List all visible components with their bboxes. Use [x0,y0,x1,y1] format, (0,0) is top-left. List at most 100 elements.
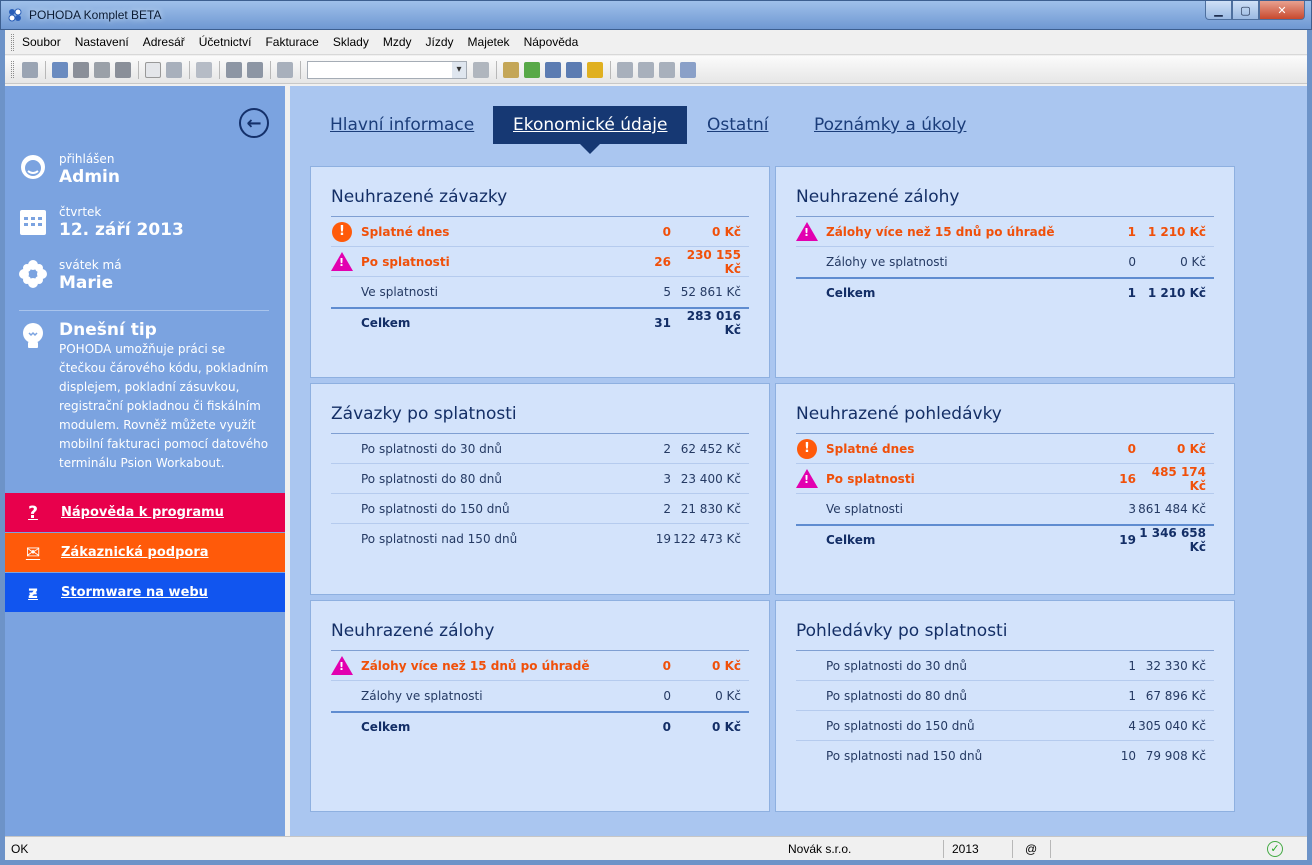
user-icon [21,155,45,179]
table-row[interactable]: ! Po splatnosti 26 230 155 Kč [331,247,749,277]
table-row[interactable]: Po splatnosti nad 150 dnů 19 122 473 Kč [331,524,749,554]
daily-tip: Dnešní tip POHODA umožňuje práci se čteč… [19,320,274,473]
edit-record-icon[interactable] [166,61,182,78]
save-icon[interactable] [226,61,242,78]
exit-icon[interactable] [22,61,38,78]
filter-icon[interactable] [473,61,489,78]
menu-fakturace[interactable]: Fakturace [265,35,318,49]
toolbar-grip[interactable] [11,61,14,78]
email-indicator[interactable]: @ [1021,839,1051,858]
status-bar: OK Novák s.r.o. 2013 @ ✓ [5,836,1307,860]
maximize-button[interactable]: ▢ [1232,1,1259,20]
print-icon[interactable] [73,61,89,78]
table-row[interactable]: Po splatnosti do 30 dnů 2 62 452 Kč [331,434,749,464]
print-setup-icon[interactable] [115,61,131,78]
minimize-button[interactable]: ▁ [1205,1,1232,20]
company-name[interactable]: Novák s.r.o. [788,842,851,856]
total-row[interactable]: Celkem 19 1 346 658 Kč [796,524,1214,554]
list-icon[interactable] [638,61,654,78]
copy-icon[interactable] [277,61,293,78]
tab-poznamky-a-ukoly[interactable]: Poznámky a úkoly [794,106,986,144]
agenda-icon[interactable] [52,61,68,78]
check-icon: ✓ [1267,840,1283,857]
close-button[interactable]: ✕ [1259,1,1305,20]
menu-majetek[interactable]: Majetek [468,35,510,49]
total-row[interactable]: Celkem 0 0 Kč [331,711,749,741]
document-icon[interactable] [659,61,675,78]
search-combo[interactable] [307,60,467,79]
tab-ostatni[interactable]: Ostatní [687,106,788,144]
window-title: POHODA Komplet BETA [29,8,162,22]
menu-jizdy[interactable]: Jízdy [426,35,454,49]
help-link-label: Nápověda k programu [61,505,224,520]
web-link-label: Stormware na webu [61,585,208,600]
message-icon[interactable] [617,61,633,78]
tab-hlavni-informace[interactable]: Hlavní informace [310,106,494,144]
coins-icon[interactable] [587,61,603,78]
card-title: Neuhrazené zálohy [331,621,495,641]
table-row[interactable]: Ve splatnosti 3 861 484 Kč [796,494,1214,524]
table-row[interactable]: ! Zálohy více než 15 dnů po úhradě 1 1 2… [796,217,1214,247]
logged-user: přihlášen Admin [19,152,120,188]
tip-title: Dnešní tip [59,320,157,340]
card-title: Neuhrazené zálohy [796,187,960,207]
help-cursor-icon[interactable] [680,61,696,78]
user-name: Admin [59,167,120,187]
table-row[interactable]: Po splatnosti do 150 dnů 4 305 040 Kč [796,711,1214,741]
table-row[interactable]: Po splatnosti do 30 dnů 1 32 330 Kč [796,651,1214,681]
menu-soubor[interactable]: Soubor [22,35,61,49]
table-row[interactable]: Zálohy ve splatnosti 0 0 Kč [331,681,749,711]
table-row[interactable]: Ve splatnosti 5 52 861 Kč [331,277,749,307]
table-icon[interactable] [566,61,582,78]
main-panel: Hlavní informace Ekonomické údaje Ostatn… [290,86,1307,836]
menubar-grip[interactable] [11,33,14,51]
total-row[interactable]: Celkem 31 283 016 Kč [331,307,749,337]
table-row[interactable]: ! Zálohy více než 15 dnů po úhradě 0 0 K… [331,651,749,681]
money-icon[interactable] [524,61,540,78]
save-all-icon[interactable] [247,61,263,78]
table-row[interactable]: Po splatnosti nad 150 dnů 10 79 908 Kč [796,741,1214,771]
web-link[interactable]: ƶ Stormware na webu [5,573,285,612]
lightbulb-icon [23,323,43,348]
card-neuhrazene-pohledavky: Neuhrazené pohledávky ! Splatné dnes 0 0… [775,383,1235,595]
menu-adresar[interactable]: Adresář [143,35,185,49]
support-link[interactable]: ✉ Zákaznická podpora [5,533,285,572]
card-title: Závazky po splatnosti [331,404,517,424]
menu-napoveda[interactable]: Nápověda [524,35,579,49]
card-neuhrazene-zalohy-left: Neuhrazené zálohy ! Zálohy více než 15 d… [310,600,770,812]
table-row[interactable]: Po splatnosti do 80 dnů 3 23 400 Kč [331,464,749,494]
accounting-year[interactable]: 2013 [943,839,1013,858]
menu-sklady[interactable]: Sklady [333,35,369,49]
current-date: čtvrtek 12. září 2013 [19,205,184,241]
back-arrow-icon[interactable]: ← [239,108,269,138]
table-row[interactable]: ! Splatné dnes 0 0 Kč [331,217,749,247]
menu-nastaveni[interactable]: Nastavení [75,35,129,49]
tab-bar: Hlavní informace Ekonomické údaje Ostatn… [290,106,1307,154]
warning-triangle-icon: ! [796,468,818,490]
table-row[interactable]: ! Po splatnosti 16 485 174 Kč [796,464,1214,494]
print-preview-icon[interactable] [94,61,110,78]
nameday-label: svátek má [59,258,122,272]
back-arrow-icon[interactable] [196,61,212,78]
pohoda-logo-icon [8,8,22,22]
sidebar-divider [19,310,269,311]
table-row[interactable]: Po splatnosti do 80 dnů 1 67 896 Kč [796,681,1214,711]
card-title: Neuhrazené pohledávky [796,404,1002,424]
table-row[interactable]: Zálohy ve splatnosti 0 0 Kč [796,247,1214,277]
help-link[interactable]: ? Nápověda k programu [5,493,285,532]
table-row[interactable]: ! Splatné dnes 0 0 Kč [796,434,1214,464]
menu-ucetnictvi[interactable]: Účetnictví [199,35,252,49]
nameday-name: Marie [59,273,114,293]
warning-triangle-icon: ! [331,251,353,273]
calculator-icon[interactable] [545,61,561,78]
tab-ekonomicke-udaje[interactable]: Ekonomické údaje [493,106,688,154]
warning-triangle-icon: ! [331,655,353,677]
title-bar: POHODA Komplet BETA ▁ ▢ ✕ [0,0,1312,30]
total-row[interactable]: Celkem 1 1 210 Kč [796,277,1214,307]
stormware-icon: ƶ [28,582,38,603]
folder-icon[interactable] [503,61,519,78]
table-row[interactable]: Po splatnosti do 150 dnů 2 21 830 Kč [331,494,749,524]
menu-mzdy[interactable]: Mzdy [383,35,412,49]
nameday: svátek má Marie [19,258,122,294]
new-record-icon[interactable] [145,61,161,78]
